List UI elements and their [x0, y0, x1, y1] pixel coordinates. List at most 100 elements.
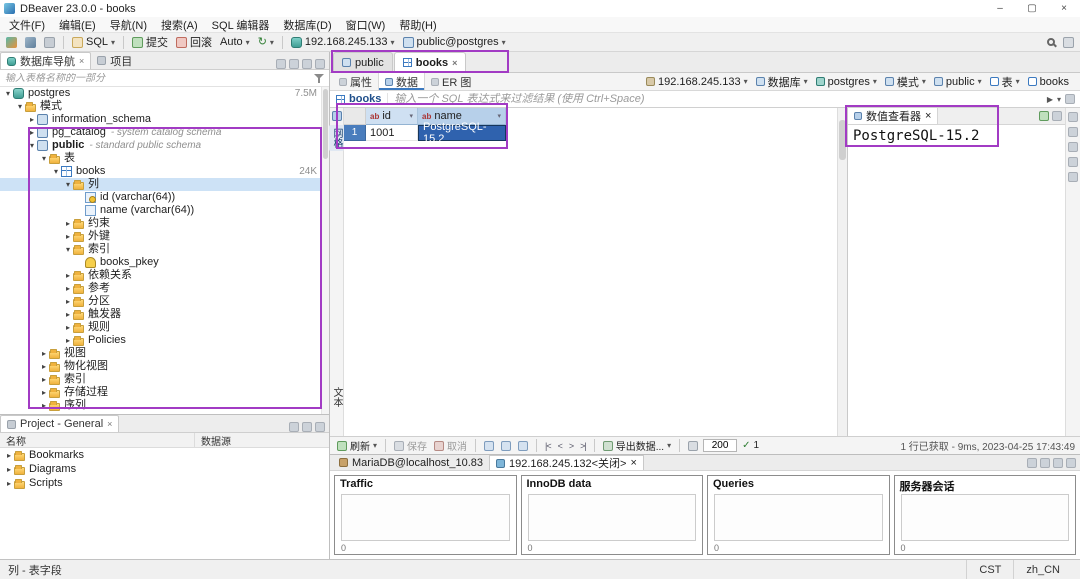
- column-menu-icon[interactable]: ▾: [497, 112, 501, 120]
- close-icon[interactable]: ×: [79, 56, 84, 66]
- tab-public[interactable]: public: [333, 52, 393, 72]
- view-menu-icon[interactable]: [315, 59, 325, 69]
- panel-metadata-icon[interactable]: [1068, 157, 1078, 167]
- cell-name-selected[interactable]: PostgreSQL-15.2: [418, 125, 506, 141]
- panel-grouping-icon[interactable]: [1068, 142, 1078, 152]
- expander-icon[interactable]: ▾: [51, 165, 61, 178]
- connection-selector[interactable]: 192.168.245.133▾: [288, 35, 398, 50]
- project-item-scripts[interactable]: ▸Scripts: [0, 476, 329, 490]
- expander-icon[interactable]: ▾: [27, 139, 37, 152]
- driver-manager-button[interactable]: [41, 35, 58, 50]
- tree-item-public[interactable]: ▾public- standard public schema: [0, 139, 329, 152]
- apply-value-icon[interactable]: [1039, 111, 1049, 121]
- save-button[interactable]: 保存: [392, 438, 429, 453]
- tree-item-books-pkey[interactable]: books_pkey: [0, 256, 329, 269]
- close-icon[interactable]: ×: [925, 110, 931, 122]
- tree-item-constraints-folder[interactable]: ▸约束: [0, 217, 329, 230]
- last-page-button[interactable]: >|: [578, 441, 588, 451]
- filter-history-icon[interactable]: ▾: [1057, 95, 1061, 104]
- tree-item-postgres[interactable]: ▾postgres7.5M: [0, 87, 329, 100]
- breadcrumb-connection[interactable]: 192.168.245.133▾: [642, 76, 752, 88]
- tab-books[interactable]: books ×: [394, 52, 467, 72]
- close-icon[interactable]: ×: [630, 457, 636, 469]
- expander-icon[interactable]: ▸: [63, 230, 73, 243]
- sql-editor-button[interactable]: SQL▾: [69, 35, 118, 50]
- tree-item-rules-folder[interactable]: ▸规则: [0, 321, 329, 334]
- expander-icon[interactable]: ▾: [63, 178, 73, 191]
- expander-icon[interactable]: ▸: [63, 308, 73, 321]
- tab-postgres-session[interactable]: 192.168.245.132<关闭> ×: [489, 455, 644, 470]
- expander-icon[interactable]: ▸: [63, 269, 73, 282]
- column-header-datasource[interactable]: 数据源: [195, 433, 237, 447]
- expander-icon[interactable]: ▸: [4, 477, 14, 490]
- breadcrumb-schemas[interactable]: 模式▾: [881, 74, 930, 90]
- close-icon[interactable]: ×: [107, 419, 112, 429]
- column-header-id[interactable]: abid▾: [366, 108, 418, 125]
- tree-item-dependencies-folder[interactable]: ▸依赖关系: [0, 269, 329, 282]
- tree-item-partitions-folder[interactable]: ▸分区: [0, 295, 329, 308]
- expander-icon[interactable]: ▸: [39, 347, 49, 360]
- result-view-text-tab[interactable]: 文本: [329, 384, 344, 410]
- commit-button[interactable]: 提交: [129, 35, 171, 50]
- tree-item-columns-folder[interactable]: ▾列: [0, 178, 329, 191]
- breadcrumb-public[interactable]: public▾: [930, 76, 986, 88]
- tree-item-schemas-folder[interactable]: ▾模式: [0, 100, 329, 113]
- fetch-settings-button[interactable]: [686, 441, 700, 451]
- panel-references-icon[interactable]: [1068, 172, 1078, 182]
- minimize-button[interactable]: –: [984, 0, 1016, 17]
- tree-item-materialized-views-folder[interactable]: ▸物化视图: [0, 360, 329, 373]
- expander-icon[interactable]: ▸: [4, 449, 14, 462]
- menu-navigate[interactable]: 导航(N): [103, 17, 154, 32]
- tree-item-pg-catalog[interactable]: ▸pg_catalog- system catalog schema: [0, 126, 329, 139]
- tree-item-procedures-folder[interactable]: ▸存储过程: [0, 386, 329, 399]
- link-editor-icon[interactable]: [302, 59, 312, 69]
- tree-item-column-name[interactable]: name (varchar(64)): [0, 204, 329, 217]
- column-header-name[interactable]: 名称: [0, 433, 195, 447]
- row-count-button[interactable]: ✓1: [740, 440, 761, 451]
- expander-icon[interactable]: ▾: [63, 243, 73, 256]
- menu-edit[interactable]: 编辑(E): [52, 17, 103, 32]
- duplicate-row-button[interactable]: [499, 441, 513, 451]
- close-button[interactable]: ×: [1048, 0, 1080, 17]
- gear-icon[interactable]: [1027, 458, 1037, 468]
- maximize-panel-icon[interactable]: [1066, 458, 1076, 468]
- navigator-search-input[interactable]: [0, 73, 313, 84]
- expander-icon[interactable]: ▾: [15, 100, 25, 113]
- breadcrumb-databases[interactable]: 数据库▾: [752, 74, 812, 90]
- tree-item-triggers-folder[interactable]: ▸触发器: [0, 308, 329, 321]
- previous-page-button[interactable]: <: [556, 441, 564, 451]
- sql-filter-input[interactable]: [388, 93, 1041, 105]
- panel-aggregate-icon[interactable]: [1068, 127, 1078, 137]
- expander-icon[interactable]: ▸: [27, 126, 37, 139]
- tab-properties[interactable]: 属性: [333, 73, 378, 90]
- breadcrumb-postgres[interactable]: postgres▾: [812, 76, 881, 88]
- delete-row-button[interactable]: [516, 441, 530, 451]
- value-menu-icon[interactable]: [1052, 111, 1062, 121]
- expander-icon[interactable]: ▸: [39, 386, 49, 399]
- minimize-panel-icon[interactable]: [302, 422, 312, 432]
- expander-icon[interactable]: ▸: [63, 334, 73, 347]
- filter-icon[interactable]: [313, 72, 325, 84]
- tree-item-column-id[interactable]: id (varchar(64)): [0, 191, 329, 204]
- expander-icon[interactable]: ▸: [63, 282, 73, 295]
- column-menu-icon[interactable]: ▾: [409, 112, 413, 120]
- next-page-button[interactable]: >: [567, 441, 575, 451]
- result-view-grid-tab[interactable]: 网格: [329, 125, 344, 151]
- tree-item-schema-indexes-folder[interactable]: ▸索引: [0, 373, 329, 386]
- collapse-all-icon[interactable]: [276, 59, 286, 69]
- value-viewer-content[interactable]: PostgreSQL-15.2: [848, 125, 1065, 436]
- tree-item-information-schema[interactable]: ▸information_schema: [0, 113, 329, 126]
- apply-filter-icon[interactable]: ▶: [1047, 95, 1053, 104]
- tree-item-sequences-folder[interactable]: ▸序列: [0, 399, 329, 412]
- menu-help[interactable]: 帮助(H): [392, 17, 443, 32]
- menu-file[interactable]: 文件(F): [2, 17, 52, 32]
- timezone-indicator[interactable]: CST: [966, 560, 1013, 579]
- cell-id[interactable]: 1001: [366, 125, 418, 141]
- tree-item-tables-folder[interactable]: ▾表: [0, 152, 329, 165]
- tree-item-books[interactable]: ▾books24K: [0, 165, 329, 178]
- maximize-button[interactable]: ▢: [1016, 0, 1048, 17]
- cancel-button[interactable]: 取消: [432, 438, 469, 453]
- menu-search[interactable]: 搜索(A): [154, 17, 205, 32]
- tab-value-viewer[interactable]: 数值查看器 ×: [848, 108, 938, 124]
- breadcrumb-tables[interactable]: 表▾: [986, 74, 1024, 90]
